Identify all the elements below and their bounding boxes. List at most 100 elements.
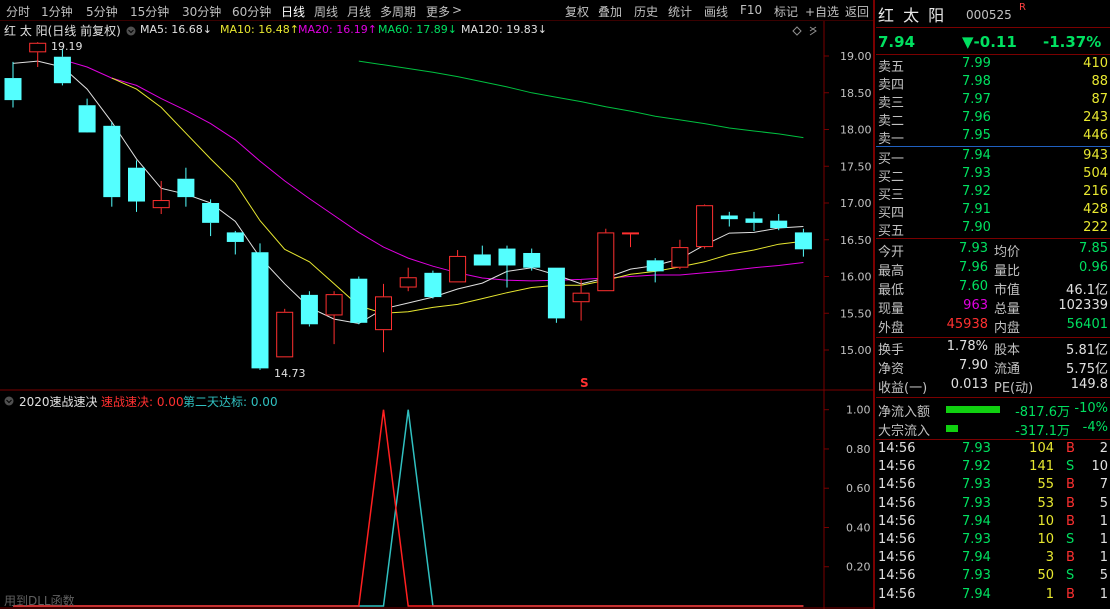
candle-body: [770, 220, 788, 228]
stat-value: 7.96: [959, 260, 988, 275]
stat-label: 市值: [994, 283, 1021, 298]
bid-volume: 216: [1083, 184, 1108, 199]
stat-value: 0.96: [1079, 260, 1108, 275]
ask-row[interactable]: 卖二 7.96 243: [878, 110, 1108, 129]
tick-count: 10: [1091, 459, 1108, 475]
stat-value: 56401: [1066, 317, 1108, 332]
tick-price: 7.92: [962, 459, 991, 475]
candle: [696, 204, 714, 249]
period-tab-monthly[interactable]: 月线: [347, 3, 371, 20]
sub-y-tick-label: 0.20: [846, 561, 871, 574]
y-tick-label: 15.00: [840, 344, 872, 357]
tick-count: 7: [1099, 477, 1108, 493]
tick-row: 14:56 7.94 10 B 1: [878, 514, 1108, 532]
period-tab-30min[interactable]: 30分钟: [182, 3, 221, 20]
sub-dropdown-icon[interactable]: [4, 395, 14, 409]
candle: [424, 270, 442, 299]
bid-row[interactable]: 买三 7.92 216: [878, 184, 1108, 203]
tick-volume: 53: [1037, 495, 1054, 511]
bid-row[interactable]: 买五 7.90 222: [878, 220, 1108, 239]
stat-label: PE(动): [994, 381, 1034, 396]
y-tick-label: 19.00: [840, 50, 872, 63]
ask-row[interactable]: 卖一 7.95 446: [878, 128, 1108, 147]
sub-y-tick-label: 0.40: [846, 521, 871, 534]
low-price-label: 14.73: [274, 367, 306, 380]
period-tab-daily[interactable]: 日线: [281, 3, 305, 20]
tick-direction: S: [1066, 568, 1075, 584]
period-tab-60min[interactable]: 60分钟: [232, 3, 271, 20]
stat-label: 净资: [878, 362, 905, 377]
period-tab-weekly[interactable]: 周线: [314, 3, 338, 20]
bid-price: 7.92: [962, 184, 991, 199]
stat-value: 7.90: [959, 358, 988, 373]
toolbar-back-button[interactable]: 返回: [845, 3, 869, 20]
period-tab-fenshi[interactable]: 分时: [6, 3, 30, 20]
toolbar-add-watch-button[interactable]: +自选: [805, 3, 839, 20]
stat-label: 最低: [878, 283, 905, 298]
tick-volume: 141: [1029, 459, 1054, 475]
bid-price: 7.91: [962, 202, 991, 217]
stat-value: 102339: [1058, 298, 1108, 313]
candle-body: [597, 232, 615, 292]
ask-volume: 88: [1091, 74, 1108, 89]
toolbar-draw-button[interactable]: 画线: [704, 3, 728, 20]
tick-row: 14:56 7.94 1 B 1: [878, 587, 1108, 605]
candle: [276, 308, 294, 358]
toolbar-overlay-button[interactable]: 叠加: [598, 3, 622, 20]
toolbar-history-button[interactable]: 历史: [634, 3, 658, 20]
ask-row[interactable]: 卖三 7.97 87: [878, 92, 1108, 111]
bid-row[interactable]: 买四 7.91 428: [878, 202, 1108, 221]
bid-row[interactable]: 买二 7.93 504: [878, 166, 1108, 185]
flow-divider: [876, 397, 1110, 398]
tick-time: 14:56: [878, 477, 916, 493]
stat-value: 5.81亿: [1066, 343, 1108, 358]
period-tab-15min[interactable]: 15分钟: [130, 3, 169, 20]
tick-price: 7.94: [962, 513, 991, 529]
ask-row[interactable]: 卖四 7.98 88: [878, 74, 1108, 93]
period-tab-more[interactable]: 更多: [426, 3, 450, 20]
toolbar-stats-button[interactable]: 统计: [668, 3, 692, 20]
stock-name: 红 太 阳: [878, 6, 947, 25]
y-tick-label: 18.50: [840, 87, 872, 100]
flow-pct: -10%: [1074, 401, 1108, 416]
chart-area[interactable]: 19.00 18.50 18.00 17.50 17.00 16.50 16.00 15.50…: [0, 21, 874, 609]
candle-body: [473, 254, 491, 266]
candle: [597, 228, 615, 292]
period-tab-5min[interactable]: 5分钟: [86, 3, 118, 20]
period-tab-1min[interactable]: 1分钟: [41, 3, 73, 20]
candle-body: [794, 232, 812, 250]
bid-price: 7.94: [962, 148, 991, 163]
stock-code: 000525: [966, 8, 1012, 22]
legend-dropdown-icon[interactable]: [126, 25, 136, 39]
bid-row[interactable]: 买一 7.94 943: [878, 148, 1108, 167]
y-tick-label: 17.50: [840, 160, 872, 173]
ask-volume: 446: [1083, 128, 1108, 143]
ask-row[interactable]: 卖五 7.99 410: [878, 56, 1108, 75]
stat-row: 最高 7.96 量比 0.96: [878, 260, 1108, 279]
toolbar-f10-button[interactable]: F10: [740, 3, 762, 17]
tick-count: 1: [1099, 513, 1108, 529]
toolbar-fuquan-button[interactable]: 复权: [565, 3, 589, 20]
tick-count: 1: [1099, 550, 1108, 566]
more-arrow-icon[interactable]: >: [452, 3, 462, 17]
sub-chart-title: 2020速战速决: [19, 395, 98, 409]
book-divider: [876, 146, 1110, 147]
toolbar-mark-button[interactable]: 标记: [774, 3, 798, 20]
stat-label: 总量: [994, 302, 1021, 317]
tick-direction: B: [1066, 495, 1075, 511]
candle: [300, 291, 318, 327]
stat-value: 45938: [946, 317, 988, 332]
ask-label: 卖四: [878, 78, 905, 93]
sub-y-tick-label: 0.60: [846, 482, 871, 495]
period-tab-multi[interactable]: 多周期: [380, 3, 416, 20]
legend-ma20: MA20: 16.19↑: [298, 23, 377, 36]
candle-body: [276, 311, 294, 358]
ask-volume: 87: [1091, 92, 1108, 107]
bid-price: 7.90: [962, 220, 991, 235]
stat-label: 均价: [994, 245, 1021, 260]
price-change: ▼-0.11: [962, 33, 1017, 51]
high-price-label: 19.19: [51, 40, 83, 53]
ask-price: 7.99: [962, 56, 991, 71]
stat-row: 外盘 45938 内盘 56401: [878, 317, 1108, 336]
candle-body: [498, 248, 516, 266]
